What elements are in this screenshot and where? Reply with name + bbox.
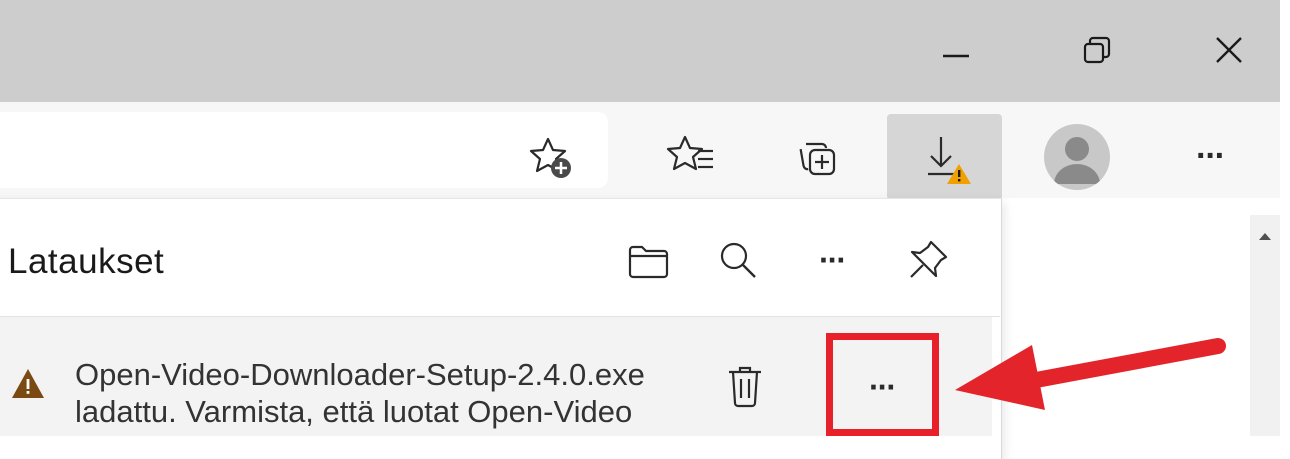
panel-title: Lataukset [8,242,165,281]
delete-button[interactable] [716,356,774,416]
restore-icon [1083,36,1110,64]
address-bar[interactable] [0,112,608,188]
pin-icon [910,240,948,278]
trash-icon [729,366,761,408]
arrow-up-icon [1259,233,1271,240]
collections-icon [799,142,836,176]
download-warning-text: ladattu. Varmista, että luotat Open-Vide… [75,394,633,429]
collections-button[interactable] [785,126,851,190]
restore-button[interactable] [1035,0,1160,102]
downloads-button[interactable] [887,114,1002,200]
search-icon [720,242,756,278]
scroll-up-button[interactable] [1250,222,1280,252]
minimize-icon [942,54,969,58]
search-button[interactable] [712,234,764,286]
download-filename: Open-Video-Downloader-Setup-2.4.0.exe [75,357,645,392]
more-button[interactable]: ··· [1180,126,1240,186]
favorites-icon [666,135,713,171]
close-icon [1215,37,1242,63]
window-edge [1280,0,1290,436]
folder-icon [628,245,669,279]
pin-button[interactable] [900,232,956,288]
panel-more-button[interactable]: ··· [806,234,858,286]
annotation-arrow [955,338,1226,410]
profile-icon [1054,137,1100,184]
profile-avatar[interactable] [1044,124,1110,190]
close-button[interactable] [1165,0,1290,102]
open-folder-button[interactable] [622,236,674,288]
downloads-warning-icon [927,137,971,184]
favorites-button[interactable] [658,126,724,186]
add-favorite-icon [529,137,571,178]
add-favorite-button[interactable] [518,128,584,188]
minimize-button[interactable] [893,0,1018,102]
warning-icon [10,366,46,402]
highlight-box [826,333,939,436]
